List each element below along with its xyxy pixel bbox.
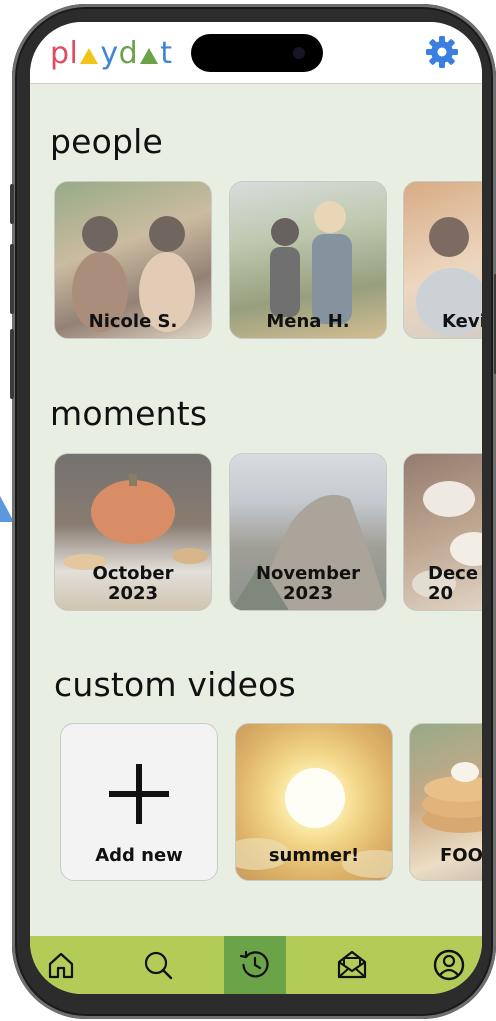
section-title-custom-videos: custom videos <box>54 665 296 704</box>
moment-card-label: October 2023 <box>92 563 174 604</box>
profile-icon <box>433 949 465 981</box>
bottom-nav-bar <box>30 936 482 994</box>
person-card-label: Nicole S. <box>88 311 178 332</box>
moment-card-label: November 2023 <box>255 563 361 604</box>
nav-home[interactable] <box>30 936 92 994</box>
mute-switch <box>10 184 14 224</box>
logo-triangle <box>140 48 159 64</box>
person-card-label: Kevi <box>442 311 482 332</box>
volume-down-button <box>10 329 14 399</box>
nav-inbox[interactable] <box>321 936 383 994</box>
dynamic-island <box>191 34 323 72</box>
video-card[interactable]: FOO <box>409 723 482 881</box>
person-card[interactable]: Nicole S. <box>54 181 212 339</box>
section-title-people: people <box>50 122 164 161</box>
moment-card[interactable]: November 2023 <box>229 453 387 611</box>
nav-search[interactable] <box>127 936 189 994</box>
nav-profile[interactable] <box>418 936 480 994</box>
logo-letter: d <box>118 36 139 71</box>
app-logo[interactable]: plydt <box>50 36 172 72</box>
video-card[interactable]: summer! <box>235 723 393 881</box>
add-new-video-button[interactable]: Add new <box>60 723 218 881</box>
people-row[interactable]: Nicole S. Mena H. Kevi <box>30 181 482 341</box>
logo-letter: y <box>100 36 119 71</box>
video-card-label: FOO <box>440 845 482 866</box>
home-icon <box>48 952 74 979</box>
moment-card-label: Dece 20 <box>428 563 479 604</box>
moment-card[interactable]: Dece 20 <box>403 453 482 611</box>
moments-row[interactable]: October 2023 November 2023 Dece 20 <box>30 453 482 613</box>
moment-card[interactable]: October 2023 <box>54 453 212 611</box>
section-title-moments: moments <box>50 394 208 433</box>
custom-videos-row[interactable]: Add new summer! FOO <box>30 723 482 883</box>
volume-up-button <box>10 244 14 314</box>
plus-icon <box>109 764 169 824</box>
logo-letter: p <box>50 36 70 71</box>
inbox-icon <box>337 950 367 979</box>
app-screen: plydt people Nicole S. Mena H. Kevi mome… <box>30 22 482 994</box>
logo-letter: l <box>69 36 79 71</box>
logo-triangle <box>80 48 99 64</box>
person-card-label: Mena H. <box>266 311 350 332</box>
person-card[interactable]: Mena H. <box>229 181 387 339</box>
search-icon <box>144 951 173 980</box>
video-card-label: summer! <box>268 845 360 866</box>
history-icon <box>239 950 269 978</box>
add-new-label: Add new <box>95 845 183 866</box>
person-card[interactable]: Kevi <box>403 181 482 339</box>
logo-letter: t <box>160 36 173 71</box>
gear-icon[interactable] <box>424 34 460 70</box>
nav-history[interactable] <box>224 936 286 994</box>
app-header: plydt <box>30 22 482 84</box>
